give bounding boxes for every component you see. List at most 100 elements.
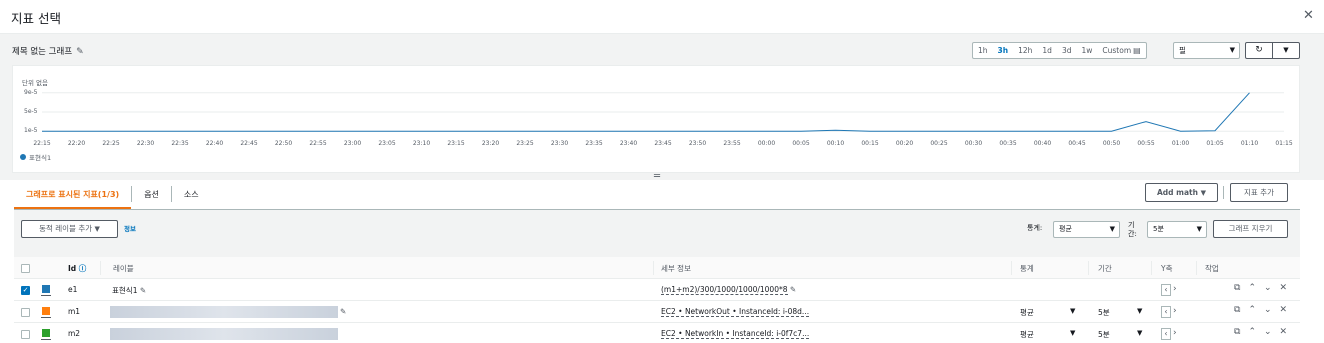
edit-icon[interactable]: ✎ <box>790 285 796 294</box>
x-tick-label: 22:45 <box>240 140 258 147</box>
row-statistic[interactable]: 평균 <box>1020 307 1034 318</box>
caret-down-icon[interactable]: ▼ <box>1137 329 1142 337</box>
header-details: 세부 정보 <box>661 264 691 273</box>
x-tick-label: 00:35 <box>999 140 1017 147</box>
row-checkbox[interactable]: ✓ <box>21 286 30 295</box>
x-tick-label: 00:25 <box>930 140 948 147</box>
caret-down-icon: ▼ <box>1200 189 1206 197</box>
delete-icon[interactable]: ✕ <box>1280 305 1288 315</box>
row-period[interactable]: 5분 <box>1098 307 1110 318</box>
color-swatch[interactable] <box>41 307 51 318</box>
row-id: m2 <box>68 329 81 338</box>
x-tick-label: 00:00 <box>757 140 776 147</box>
info-link[interactable]: 정보 <box>124 223 136 233</box>
caret-down-icon[interactable]: ▼ <box>1070 307 1075 315</box>
x-tick-label: 23:05 <box>378 140 396 147</box>
row-details-text: (m1+m2)/300/1000/1000/1000*8 <box>661 285 788 295</box>
y-axis-toggle[interactable]: ‹ › <box>1161 306 1177 318</box>
row-details[interactable]: EC2 • NetworkOut • InstanceId: i-08d... <box>661 307 810 317</box>
row-label[interactable]: 표현식1 ✎ <box>112 285 146 296</box>
x-tick-label: 23:45 <box>654 140 672 147</box>
header-actions: 작업 <box>1205 264 1219 273</box>
move-up-icon[interactable]: ⌃ <box>1248 305 1256 315</box>
y-axis-right-icon[interactable]: › <box>1173 306 1177 318</box>
duplicate-icon[interactable]: ⧉ <box>1234 327 1240 337</box>
caret-down-icon[interactable]: ▼ <box>1070 329 1075 337</box>
x-tick-label: 22:25 <box>102 140 120 147</box>
x-tick-label: 00:10 <box>826 140 845 147</box>
table-row[interactable]: m2 EC2 • NetworkIn • InstanceId: i-0f7c7… <box>14 323 1300 343</box>
x-tick-label: 00:40 <box>1033 140 1052 147</box>
y-axis-left-icon[interactable]: ‹ <box>1161 306 1171 318</box>
resize-handle-icon[interactable]: ═ <box>654 172 660 182</box>
table-row[interactable]: m1 ✎ EC2 • NetworkOut • InstanceId: i-08… <box>14 301 1300 323</box>
row-details[interactable]: EC2 • NetworkIn • InstanceId: i-0f7c7... <box>661 329 810 339</box>
chart-legend[interactable]: 표현식1 <box>20 152 51 162</box>
x-tick-label: 23:35 <box>585 140 603 147</box>
row-period[interactable]: 5분 <box>1098 329 1110 340</box>
period-select[interactable]: 5분 ▼ <box>1147 221 1207 238</box>
x-tick-label: 22:55 <box>309 140 327 147</box>
row-statistic[interactable]: 평균 <box>1020 329 1034 340</box>
row-actions: ⧉ ⌃ ⌄ ✕ <box>1234 327 1287 337</box>
duplicate-icon[interactable]: ⧉ <box>1234 305 1240 315</box>
edit-icon[interactable]: ✎ <box>140 286 146 295</box>
divider <box>1223 186 1224 199</box>
y-axis-left-icon[interactable]: ‹ <box>1161 284 1171 296</box>
row-details-text: EC2 • NetworkIn • InstanceId: i-0f7c7... <box>661 329 810 339</box>
add-math-label: Add math <box>1157 188 1198 197</box>
x-tick-label: 01:15 <box>1275 140 1293 147</box>
add-math-button[interactable]: Add math ▼ <box>1145 183 1218 202</box>
x-tick-label: 23:15 <box>447 140 465 147</box>
x-tick-label: 23:25 <box>516 140 534 147</box>
color-swatch[interactable] <box>41 329 51 340</box>
tab-options[interactable]: 옵션 <box>132 189 171 209</box>
header-statistic: 통계 <box>1020 264 1034 273</box>
divider <box>1011 261 1012 275</box>
caret-down-icon: ▼ <box>1109 225 1115 233</box>
y-axis-left-icon[interactable]: ‹ <box>1161 328 1171 340</box>
y-axis-right-icon[interactable]: › <box>1173 284 1177 296</box>
x-tick-label: 00:05 <box>792 140 810 147</box>
clear-graph-button[interactable]: 그래프 지우기 <box>1213 220 1288 238</box>
statistic-select[interactable]: 평균 ▼ <box>1053 221 1120 238</box>
redacted-label <box>110 328 338 340</box>
delete-icon[interactable]: ✕ <box>1280 327 1288 337</box>
edit-icon[interactable]: ✎ <box>340 307 346 316</box>
row-label-text: 표현식1 <box>112 286 138 295</box>
move-up-icon[interactable]: ⌃ <box>1248 283 1256 293</box>
move-down-icon[interactable]: ⌄ <box>1264 283 1272 293</box>
row-actions: ⧉ ⌃ ⌄ ✕ <box>1234 283 1287 293</box>
row-checkbox[interactable] <box>21 308 30 317</box>
row-checkbox[interactable] <box>21 330 30 339</box>
move-down-icon[interactable]: ⌄ <box>1264 327 1272 337</box>
divider <box>100 261 101 275</box>
move-up-icon[interactable]: ⌃ <box>1248 327 1256 337</box>
row-details[interactable]: (m1+m2)/300/1000/1000/1000*8 ✎ <box>661 285 796 295</box>
statistic-label: 통계: <box>1027 224 1043 232</box>
color-swatch[interactable] <box>41 285 51 296</box>
x-tick-label: 01:00 <box>1171 140 1190 147</box>
y-axis-toggle[interactable]: ‹ › <box>1161 328 1177 340</box>
period-value: 5분 <box>1153 225 1164 233</box>
table-row[interactable]: ✓ e1 표현식1 ✎ (m1+m2)/300/1000/1000/1000*8… <box>14 279 1300 301</box>
caret-down-icon: ▼ <box>94 225 100 233</box>
info-icon[interactable]: ⓘ <box>79 264 87 273</box>
caret-down-icon[interactable]: ▼ <box>1137 307 1142 315</box>
add-metric-button[interactable]: 지표 추가 <box>1230 183 1288 202</box>
duplicate-icon[interactable]: ⧉ <box>1234 283 1240 293</box>
y-axis-toggle[interactable]: ‹ › <box>1161 284 1177 296</box>
divider <box>1151 261 1152 275</box>
add-dynamic-label-button[interactable]: 동적 레이블 추가 ▼ <box>21 220 118 238</box>
x-tick-label: 22:35 <box>171 140 189 147</box>
move-down-icon[interactable]: ⌄ <box>1264 305 1272 315</box>
tab-graphed-metrics[interactable]: 그래프로 표시된 지표(1/3) <box>14 189 132 209</box>
y-axis-right-icon[interactable]: › <box>1173 328 1177 340</box>
tab-source[interactable]: 소스 <box>172 189 211 209</box>
delete-icon[interactable]: ✕ <box>1280 283 1288 293</box>
x-tick-label: 22:40 <box>205 140 224 147</box>
x-tick-label: 23:30 <box>550 140 569 147</box>
y-tick-label: 1e-5 <box>24 127 38 135</box>
select-all-checkbox[interactable] <box>21 264 30 273</box>
y-tick-label: 9e-5 <box>24 88 38 96</box>
